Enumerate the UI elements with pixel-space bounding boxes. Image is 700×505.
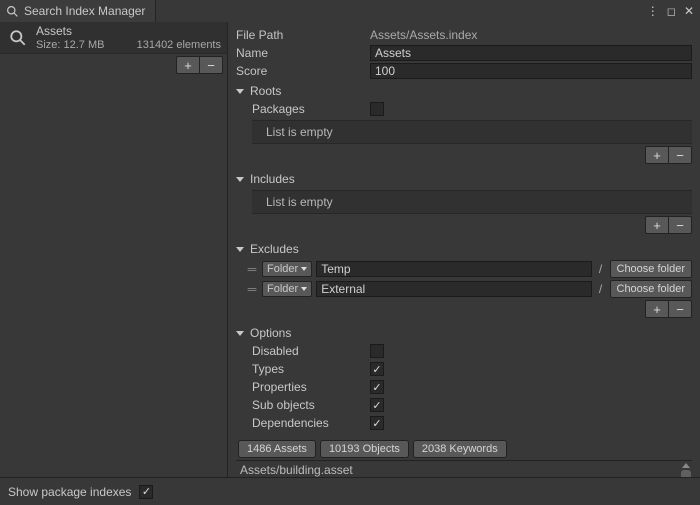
caret-down-icon [236, 89, 244, 94]
caret-down-icon [236, 177, 244, 182]
includes-list: List is empty [252, 190, 692, 214]
exclude-value-input[interactable] [316, 261, 591, 277]
scroll-thumb[interactable] [681, 470, 691, 477]
score-input[interactable] [370, 63, 692, 79]
reorder-handle-icon[interactable]: ═ [246, 282, 258, 296]
index-list-item[interactable]: Assets Size: 12.7 MB 131402 elements [0, 22, 227, 54]
exclude-row: ═ Folder / Choose folder [246, 280, 692, 298]
caret-down-icon [236, 247, 244, 252]
caret-down-icon [301, 287, 307, 291]
option-properties-label: Properties [252, 380, 370, 394]
option-dependencies-checkbox[interactable]: ✓ [370, 416, 384, 430]
window-tab[interactable]: Search Index Manager [0, 0, 156, 22]
close-icon[interactable]: ✕ [684, 4, 694, 18]
show-package-indexes-checkbox[interactable]: ✓ [139, 485, 153, 499]
option-types-label: Types [252, 362, 370, 376]
add-root-button[interactable]: + [645, 146, 669, 164]
inspector-panel: File Path Assets/Assets.index Name Score… [228, 22, 700, 477]
filepath-label: File Path [236, 28, 370, 42]
option-dependencies-label: Dependencies [252, 416, 370, 430]
add-exclude-button[interactable]: + [645, 300, 669, 318]
exclude-type-dropdown[interactable]: Folder [262, 281, 312, 297]
remove-include-button[interactable]: − [668, 216, 692, 234]
option-types-checkbox[interactable]: ✓ [370, 362, 384, 376]
excludes-foldout[interactable]: Excludes [236, 240, 692, 258]
kebab-menu-icon[interactable]: ⋮ [647, 4, 659, 18]
exclude-value-input[interactable] [316, 281, 591, 297]
option-subobjects-checkbox[interactable]: ✓ [370, 398, 384, 412]
caret-down-icon [301, 267, 307, 271]
option-disabled-label: Disabled [252, 344, 370, 358]
tab-keywords[interactable]: 2038 Keywords [413, 440, 507, 458]
asset-list: Assets/building.asset Assets/CustomForwa… [236, 460, 692, 477]
search-icon [9, 29, 27, 47]
index-name: Assets [36, 24, 227, 38]
options-foldout[interactable]: Options [236, 324, 692, 342]
roots-foldout[interactable]: Roots [236, 82, 692, 100]
scroll-up-icon[interactable] [682, 463, 690, 468]
scrollbar[interactable] [680, 463, 692, 477]
add-index-button[interactable]: + [176, 56, 200, 74]
includes-foldout[interactable]: Includes [236, 170, 692, 188]
caret-down-icon [236, 331, 244, 336]
choose-folder-button[interactable]: Choose folder [610, 260, 693, 278]
reorder-handle-icon[interactable]: ═ [246, 262, 258, 276]
packages-checkbox[interactable] [370, 102, 384, 116]
index-list-panel: Assets Size: 12.7 MB 131402 elements + − [0, 22, 228, 477]
roots-list: List is empty [252, 120, 692, 144]
choose-folder-button[interactable]: Choose folder [610, 280, 693, 298]
remove-index-button[interactable]: − [199, 56, 223, 74]
exclude-type-dropdown[interactable]: Folder [262, 261, 312, 277]
list-item[interactable]: Assets/building.asset [236, 461, 692, 477]
option-subobjects-label: Sub objects [252, 398, 370, 412]
tab-assets[interactable]: 1486 Assets [238, 440, 316, 458]
exclude-row: ═ Folder / Choose folder [246, 260, 692, 278]
name-label: Name [236, 46, 370, 60]
add-include-button[interactable]: + [645, 216, 669, 234]
index-elements: 131402 elements [137, 38, 227, 52]
name-input[interactable] [370, 45, 692, 61]
window-title: Search Index Manager [24, 4, 145, 18]
tab-objects[interactable]: 10193 Objects [320, 440, 409, 458]
show-package-indexes-label: Show package indexes [8, 485, 131, 499]
remove-root-button[interactable]: − [668, 146, 692, 164]
option-disabled-checkbox[interactable] [370, 344, 384, 358]
packages-label: Packages [252, 102, 370, 116]
option-properties-checkbox[interactable]: ✓ [370, 380, 384, 394]
filepath-value: Assets/Assets.index [370, 28, 692, 42]
remove-exclude-button[interactable]: − [668, 300, 692, 318]
maximize-icon[interactable]: ◻ [667, 5, 676, 18]
search-icon [6, 5, 19, 18]
score-label: Score [236, 64, 370, 78]
index-size: Size: 12.7 MB [36, 38, 104, 52]
